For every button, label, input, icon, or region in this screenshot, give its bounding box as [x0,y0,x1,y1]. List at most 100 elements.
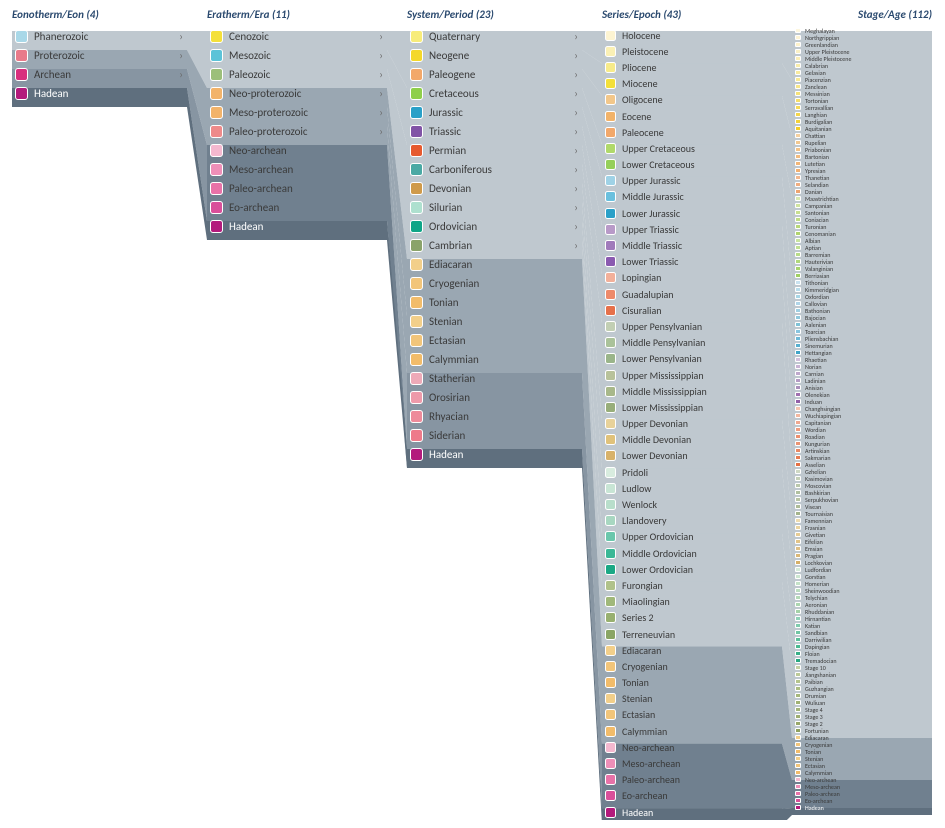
timeline-item[interactable]: Devonian› [407,179,582,198]
timeline-item-label: Piacenzian [805,77,928,83]
timeline-item-label: Artinskian [805,448,928,454]
timeline-item: Middle Mississippian [602,383,782,399]
timeline-item[interactable]: Neogene› [407,46,582,65]
timeline-item[interactable]: Quaternary› [407,27,582,46]
chevron-right-icon: › [574,68,578,81]
timeline-item-label: Floian [805,651,928,657]
chevron-right-icon: › [379,49,383,62]
color-swatch [795,287,801,292]
color-swatch [795,364,801,369]
color-swatch [795,805,801,810]
timeline-item-label: Devonian [429,182,574,195]
timeline-item[interactable]: Proterozoic› [12,46,187,65]
timeline-item-label: Givetian [805,532,928,538]
timeline-item-label: Maastrichtian [805,196,928,202]
color-swatch [795,490,801,495]
timeline-item[interactable]: Paleogene› [407,65,582,84]
timeline-item[interactable]: Phanerozoic› [12,27,187,46]
color-swatch [795,273,801,278]
timeline-item[interactable]: Jurassic› [407,103,582,122]
timeline-item[interactable]: Silurian› [407,198,582,217]
timeline-item: Kungurian [792,440,932,447]
timeline-item-label: Northgrippian [805,35,928,41]
color-swatch [795,196,801,201]
timeline-item: Anisian [792,384,932,391]
color-swatch [795,203,801,208]
timeline-item-label: Middle Devonian [622,433,778,446]
timeline-item-label: Ediacaran [805,735,928,741]
color-swatch [605,548,616,559]
timeline-item-label: Middle Pleistocene [805,56,928,62]
timeline-item: Kasimovian [792,475,932,482]
timeline-item[interactable]: Ordovician› [407,217,582,236]
timeline-item-label: Messinian [805,91,928,97]
timeline-item-label: Hettangian [805,350,928,356]
color-swatch [795,294,801,299]
timeline-item: Lower Pensylvanian [602,351,782,367]
timeline-item: Upper Jurassic [602,173,782,189]
timeline-item[interactable]: Triassic› [407,122,582,141]
timeline-item-label: Stage 3 [805,714,928,720]
color-swatch [795,560,801,565]
timeline-item[interactable]: Permian› [407,141,582,160]
timeline-item[interactable]: Cretaceous› [407,84,582,103]
timeline-item-label: Middle Triassic [622,239,778,252]
timeline-item: Pridoli [602,464,782,480]
timeline-item-label: Carboniferous [429,163,574,176]
timeline-item-label: Paleozoic [229,68,379,81]
timeline-item: Stenian [602,691,782,707]
timeline-item[interactable]: Neo-proterozoic› [207,84,387,103]
timeline-item: Changhsingian [792,405,932,412]
color-swatch [605,143,616,154]
timeline-item-label: Lower Devonian [622,449,778,462]
timeline-item[interactable]: Carboniferous› [407,160,582,179]
timeline-item-label: Sandbian [805,630,928,636]
timeline-item-label: Roadian [805,434,928,440]
timeline-item-label: Middle Ordovician [622,547,778,560]
timeline-item[interactable]: Archean› [12,65,187,84]
color-swatch [795,385,801,390]
color-swatch [795,686,801,691]
color-swatch [605,256,616,267]
timeline-item[interactable]: Cambrian› [407,236,582,255]
color-swatch [795,602,801,607]
color-swatch [795,504,801,509]
color-swatch [795,77,801,82]
timeline-item-label: Hadean [622,806,778,819]
timeline-item-label: Meso-archean [805,784,928,790]
timeline-item: Hauterivian [792,258,932,265]
timeline-item: Greenlandian [792,41,932,48]
timeline-item: Selandian [792,181,932,188]
timeline-item[interactable]: Cenozoic› [207,27,387,46]
timeline-item: Middle Pensylvanian [602,335,782,351]
timeline-item[interactable]: Paleo-proterozoic› [207,122,387,141]
color-swatch [605,629,616,640]
color-swatch [795,350,801,355]
color-swatch [795,476,801,481]
color-swatch [795,322,801,327]
color-swatch [795,574,801,579]
timeline-item-label: Danian [805,189,928,195]
color-swatch [795,329,801,334]
timeline-item[interactable]: Meso-proterozoic› [207,103,387,122]
timeline-item: Calymmian [602,723,782,739]
color-swatch [795,791,801,796]
timeline-item: Darriwilian [792,636,932,643]
timeline-item: Ediacaran [792,734,932,741]
timeline-item-label: Bathonian [805,308,928,314]
color-swatch [795,595,801,600]
color-swatch [605,386,616,397]
timeline-item: Asselian [792,461,932,468]
timeline-item[interactable]: Mesozoic› [207,46,387,65]
timeline-item: Guzhangian [792,685,932,692]
timeline-item: Pragian [792,552,932,559]
color-swatch [795,301,801,306]
timeline-item: Drumian [792,692,932,699]
timeline-item[interactable]: Paleozoic› [207,65,387,84]
timeline-item: Burdigalian [792,118,932,125]
color-swatch [795,189,801,194]
color-swatch [410,258,423,271]
color-swatch [605,677,616,688]
color-swatch [210,144,223,157]
timeline-item-label: Burdigalian [805,119,928,125]
